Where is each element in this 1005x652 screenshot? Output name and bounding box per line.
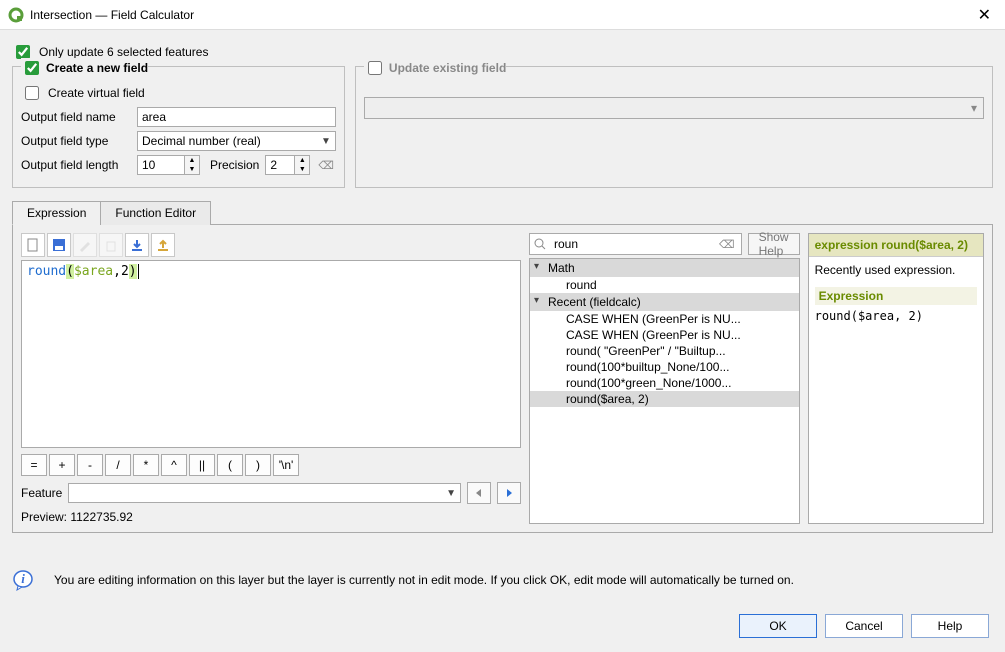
tree-item[interactable]: round <box>530 277 799 293</box>
update-field-legend: Update existing field <box>389 61 506 75</box>
field-length-label: Output field length <box>21 158 131 172</box>
help-sub: Expression <box>815 287 977 305</box>
help-button[interactable]: Help <box>911 614 989 638</box>
info-row: i You are editing information on this la… <box>0 569 1005 591</box>
tree-item[interactable]: CASE WHEN (GreenPer is NU... <box>530 311 799 327</box>
info-icon: i <box>12 569 34 591</box>
tab-function-editor[interactable]: Function Editor <box>100 201 211 225</box>
precision-label: Precision <box>210 158 259 172</box>
feature-select[interactable]: ▼ <box>68 483 461 503</box>
field-type-select[interactable]: Decimal number (real) ▼ <box>137 131 336 151</box>
update-field-group: Update existing field ▾ <box>355 66 993 188</box>
ok-button[interactable]: OK <box>739 614 817 638</box>
feature-prev-button[interactable] <box>467 482 491 504</box>
save-icon[interactable] <box>47 233 71 257</box>
export-icon[interactable] <box>151 233 175 257</box>
operator-row: = + - / * ^ || ( ) '\n' <box>21 454 521 476</box>
close-icon[interactable]: ✕ <box>972 5 997 25</box>
op-rparen[interactable]: ) <box>245 454 271 476</box>
chevron-down-icon: ▾ <box>971 101 977 115</box>
chevron-down-icon: ▼ <box>446 488 456 499</box>
spin-down-icon[interactable]: ▼ <box>295 165 309 174</box>
import-icon[interactable] <box>125 233 149 257</box>
help-recent: Recently used expression. <box>815 263 977 277</box>
clear-search-icon[interactable]: ⌫ <box>717 238 737 251</box>
chevron-down-icon: ▼ <box>321 136 331 147</box>
op-divide[interactable]: / <box>105 454 131 476</box>
op-lparen[interactable]: ( <box>217 454 243 476</box>
show-help-button[interactable]: Show Help <box>748 233 800 255</box>
only-update-checkbox[interactable] <box>16 45 30 59</box>
tree-group-math[interactable]: Math <box>530 259 799 277</box>
spin-down-icon[interactable]: ▼ <box>185 165 199 174</box>
op-power[interactable]: ^ <box>161 454 187 476</box>
search-icon <box>534 238 546 250</box>
virtual-field-checkbox[interactable] <box>25 86 39 100</box>
create-field-legend: Create a new field <box>46 61 148 75</box>
tree-item[interactable]: round(100*green_None/1000... <box>530 375 799 391</box>
expression-toolbar <box>21 233 521 257</box>
op-minus[interactable]: - <box>77 454 103 476</box>
precision-stepper[interactable]: ▲▼ <box>265 155 310 175</box>
edit-icon <box>73 233 97 257</box>
spin-up-icon[interactable]: ▲ <box>295 156 309 165</box>
spin-up-icon[interactable]: ▲ <box>185 156 199 165</box>
tree-group-recent[interactable]: Recent (fieldcalc) <box>530 293 799 311</box>
tree-item[interactable]: round(100*builtup_None/100... <box>530 359 799 375</box>
op-plus[interactable]: + <box>49 454 75 476</box>
titlebar: Intersection — Field Calculator ✕ <box>0 0 1005 30</box>
info-text: You are editing information on this laye… <box>54 573 794 587</box>
function-search[interactable]: ⌫ <box>529 233 742 255</box>
help-code: round($area, 2) <box>815 309 977 323</box>
svg-text:i: i <box>21 571 25 586</box>
search-input[interactable] <box>550 235 713 253</box>
tree-item-selected[interactable]: round($area, 2) <box>530 391 799 407</box>
op-newline[interactable]: '\n' <box>273 454 299 476</box>
help-panel: expression round($area, 2) Recently used… <box>808 233 984 524</box>
feature-next-button[interactable] <box>497 482 521 504</box>
clear-icon[interactable]: ⌫ <box>316 159 336 172</box>
expression-editor[interactable]: round($area,2) <box>21 260 521 448</box>
help-title: expression round($area, 2) <box>809 234 983 257</box>
op-equals[interactable]: = <box>21 454 47 476</box>
tree-item[interactable]: round( "GreenPer" / "Builtup... <box>530 343 799 359</box>
op-multiply[interactable]: * <box>133 454 159 476</box>
update-field-select[interactable]: ▾ <box>364 97 984 119</box>
dialog-buttons: OK Cancel Help <box>739 614 989 638</box>
function-tree[interactable]: Math round Recent (fieldcalc) CASE WHEN … <box>529 258 800 524</box>
tree-item[interactable]: CASE WHEN (GreenPer is NU... <box>530 327 799 343</box>
preview-label: Preview: 1122735.92 <box>21 510 521 524</box>
only-update-label: Only update 6 selected features <box>39 45 208 59</box>
create-field-checkbox[interactable] <box>25 61 39 75</box>
tab-expression[interactable]: Expression <box>12 201 101 225</box>
field-name-input[interactable] <box>137 107 336 127</box>
delete-icon <box>99 233 123 257</box>
cancel-button[interactable]: Cancel <box>825 614 903 638</box>
op-concat[interactable]: || <box>189 454 215 476</box>
field-length-stepper[interactable]: ▲▼ <box>137 155 200 175</box>
create-field-group: Create a new field Create virtual field … <box>12 66 345 188</box>
new-file-icon[interactable] <box>21 233 45 257</box>
virtual-field-label: Create virtual field <box>48 86 145 100</box>
tab-bar: Expression Function Editor <box>12 200 993 225</box>
field-name-label: Output field name <box>21 110 131 124</box>
window-title: Intersection — Field Calculator <box>30 8 972 22</box>
qgis-icon <box>8 7 24 23</box>
field-type-label: Output field type <box>21 134 131 148</box>
update-field-checkbox[interactable] <box>368 61 382 75</box>
feature-label: Feature <box>21 486 62 500</box>
